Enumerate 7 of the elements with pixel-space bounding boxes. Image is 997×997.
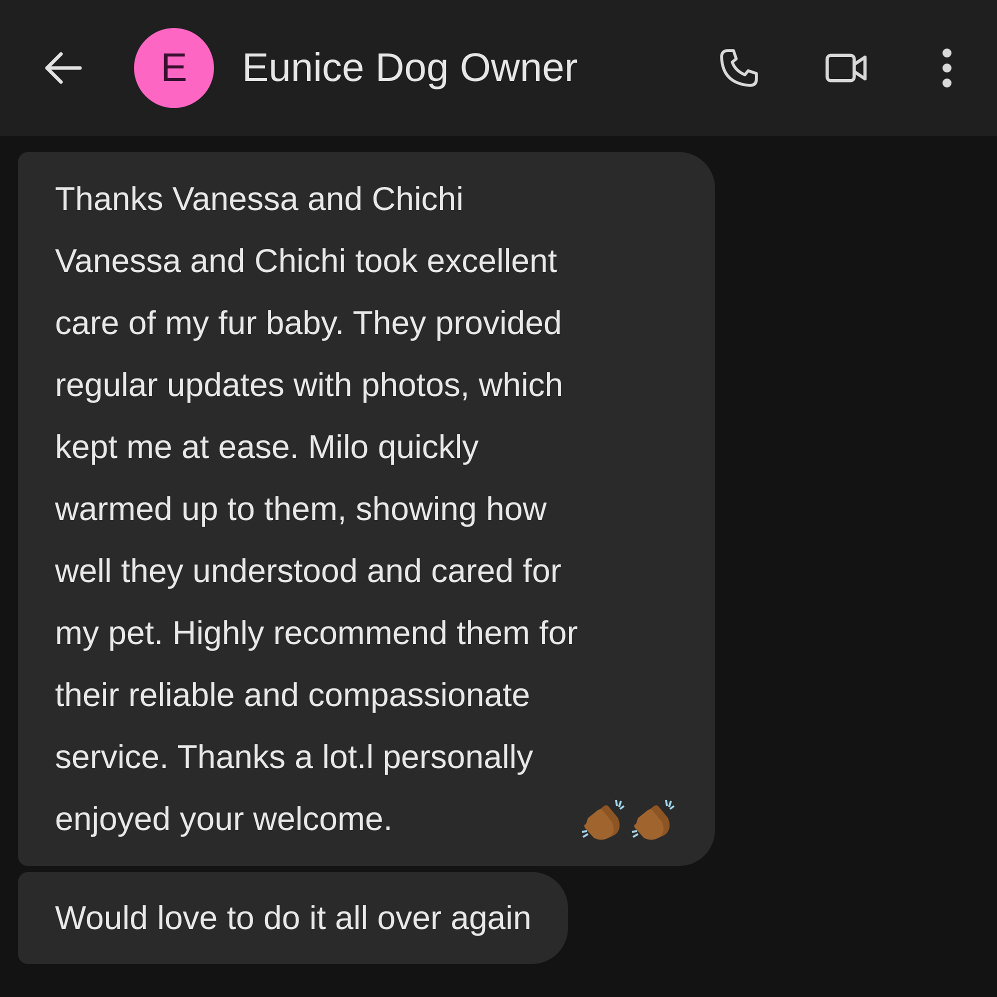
contact-name: Eunice Dog Owner <box>242 45 578 92</box>
message-text: Thanks Vanessa and Chichi Vanessa and Chichi took excellent care of my fur baby. They provided regular updates with photos, which kept me at ease. Milo quickly warmed up to them, showing how well they understood and cared for my pet. Highly recommend them for their reliable and compassionate service. Thanks a lot.l personally enjoyed your welcome. <box>55 179 578 839</box>
phone-icon[interactable] <box>717 46 761 90</box>
contact-avatar[interactable]: E <box>134 28 214 108</box>
message-text: Would love to do it all over again <box>55 898 532 938</box>
more-options-icon[interactable] <box>941 48 953 88</box>
back-arrow-icon[interactable] <box>44 51 82 85</box>
